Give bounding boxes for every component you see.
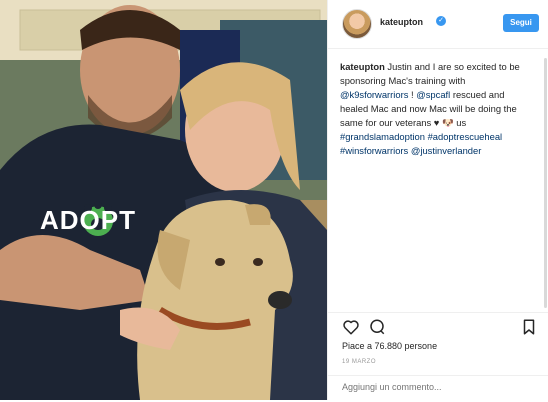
mention-link[interactable]: @k9sforwarriors xyxy=(340,89,408,100)
username-link[interactable]: kateupton xyxy=(380,17,423,27)
hashtag-link[interactable]: #winsforwarriors xyxy=(340,145,408,156)
comment-box xyxy=(328,375,548,402)
follow-button[interactable]: Segui xyxy=(503,14,539,32)
caption-author-link[interactable]: kateupton xyxy=(340,61,385,72)
post-header: kateupton ✓ Segui xyxy=(328,0,548,49)
verified-badge-icon: ✓ xyxy=(436,16,446,26)
comment-input[interactable] xyxy=(342,382,532,392)
likes-count[interactable]: Piace a 76.880 persone xyxy=(342,341,437,351)
caption-scrollbar[interactable] xyxy=(544,58,547,308)
bookmark-icon[interactable] xyxy=(520,318,538,336)
mention-link[interactable]: @justinverlander xyxy=(411,145,482,156)
caption-text: Justin and I are so excited to be sponso… xyxy=(340,61,520,156)
shirt-print-text: ADOPT xyxy=(40,205,136,235)
mention-link[interactable]: @spcafl xyxy=(416,89,450,100)
avatar[interactable] xyxy=(342,9,372,39)
heart-outline-icon[interactable] xyxy=(342,318,360,336)
post-photo[interactable]: ADOPT xyxy=(0,0,327,400)
post-caption: kateupton Justin and I are so excited to… xyxy=(340,60,530,158)
post-actions: Piace a 76.880 persone 19 MARZO xyxy=(328,312,548,401)
speech-bubble-icon[interactable] xyxy=(368,318,386,336)
likes-text: Piace a 76.880 persone xyxy=(342,341,438,351)
post-sidebar: kateupton ✓ Segui kateupton Justin and I… xyxy=(327,0,548,400)
post-image xyxy=(0,0,327,400)
hashtag-link[interactable]: #grandslamadoption xyxy=(340,131,425,142)
post-date: 19 MARZO xyxy=(342,359,377,365)
hashtag-link[interactable]: #adoptrescueheal xyxy=(428,131,503,142)
